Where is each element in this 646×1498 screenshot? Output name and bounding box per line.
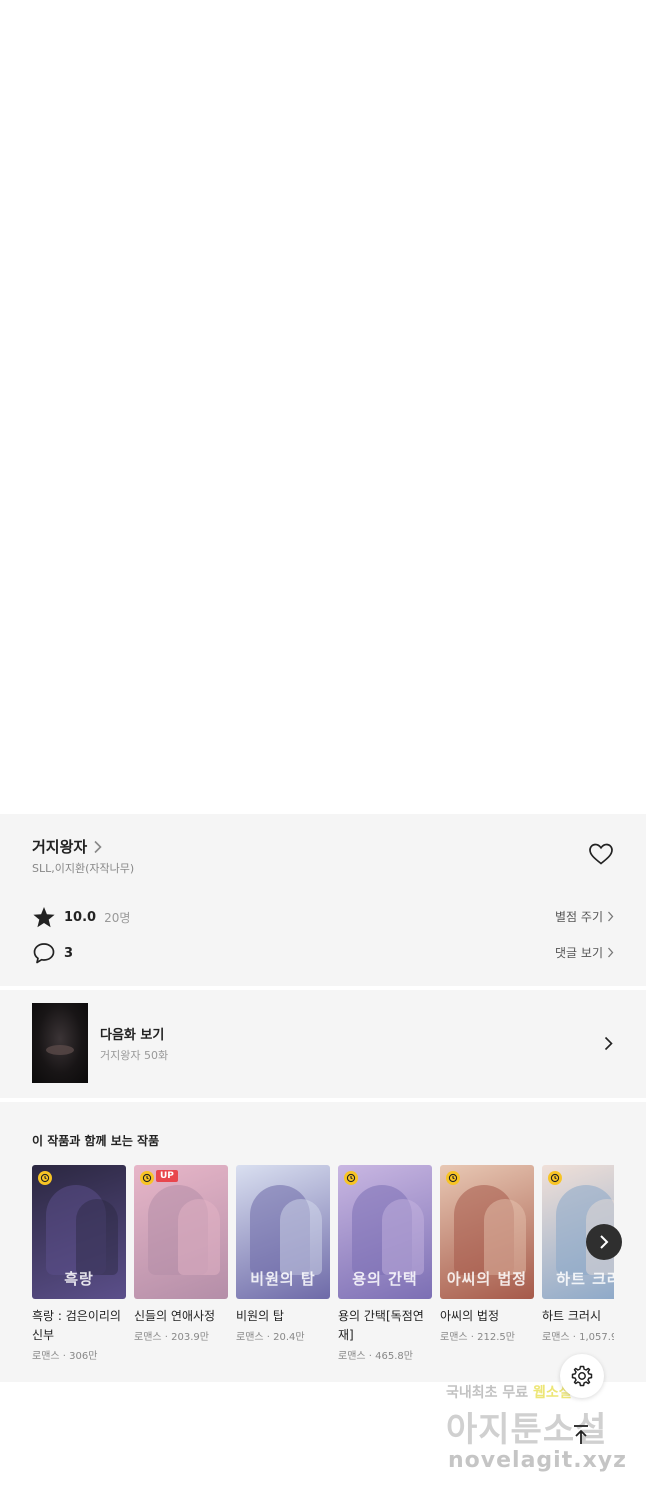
rec-meta: 로맨스 · 212.5만 bbox=[440, 1332, 515, 1343]
clock-icon bbox=[140, 1171, 154, 1185]
rating-summary: 10.0 20명 bbox=[32, 906, 130, 929]
rate-button[interactable]: 별점 주기 bbox=[555, 908, 614, 925]
rec-cover: 아씨의 법정 bbox=[440, 1165, 534, 1299]
clock-icon bbox=[344, 1171, 358, 1185]
gear-icon bbox=[571, 1365, 593, 1387]
rec-cover: UP bbox=[134, 1165, 228, 1299]
recommendations-carousel[interactable]: 흑랑 흑랑 : 검은이리의 신부 로맨스 · 306만 UP 신들의 연애사정 … bbox=[32, 1165, 614, 1375]
view-comments-label: 댓글 보기 bbox=[555, 946, 603, 960]
rec-card[interactable]: 용의 간택 용의 간택[독점연재] 로맨스 · 465.8만 bbox=[338, 1165, 432, 1362]
scroll-top-button[interactable] bbox=[566, 1420, 596, 1450]
recommendations-section: 이 작품과 함께 보는 작품 흑랑 흑랑 : 검은이리의 신부 로맨스 · 30… bbox=[0, 1102, 646, 1382]
rec-cover: 용의 간택 bbox=[338, 1165, 432, 1299]
view-comments-button[interactable]: 댓글 보기 bbox=[555, 944, 614, 961]
rating-value: 10.0 bbox=[64, 910, 97, 925]
rec-cover-title: 흑랑 bbox=[64, 1270, 94, 1288]
rec-title: 용의 간택[독점연재] bbox=[338, 1309, 424, 1342]
work-title: 거지왕자 bbox=[32, 838, 88, 856]
up-badge: UP bbox=[156, 1170, 178, 1182]
rec-title: 흑랑 : 검은이리의 신부 bbox=[32, 1309, 121, 1342]
rec-meta: 로맨스 · 306만 bbox=[32, 1351, 98, 1362]
clock-icon bbox=[548, 1171, 562, 1185]
comment-summary: 3 bbox=[32, 942, 73, 964]
rec-cover-title: 용의 간택 bbox=[352, 1270, 418, 1288]
clock-icon bbox=[38, 1171, 52, 1185]
work-authors: SLL,이지환(자작나무) bbox=[32, 862, 135, 875]
rec-card[interactable]: 비원의 탑 비원의 탑 로맨스 · 20.4만 bbox=[236, 1165, 330, 1343]
rec-title: 아씨의 법정 bbox=[440, 1309, 500, 1323]
rec-title: 비원의 탑 bbox=[236, 1309, 284, 1323]
next-episode-thumbnail bbox=[32, 1003, 88, 1083]
chevron-right-icon bbox=[608, 947, 614, 958]
rating-count: 20명 bbox=[104, 911, 131, 925]
site-watermark: 국내최초 무료 웹소설 아지툰소설 novelagit.xyz bbox=[440, 1382, 636, 1482]
watermark-line1: 국내최초 무료 웹소설 bbox=[446, 1382, 572, 1402]
rec-title: 하트 크러시 bbox=[542, 1309, 602, 1323]
rec-card[interactable]: 아씨의 법정 아씨의 법정 로맨스 · 212.5만 bbox=[440, 1165, 534, 1343]
speech-bubble-icon bbox=[33, 943, 55, 964]
next-episode-label: 다음화 보기 bbox=[100, 1028, 165, 1043]
clock-icon bbox=[446, 1171, 460, 1185]
chevron-right-icon bbox=[94, 840, 102, 853]
rec-card[interactable]: UP 신들의 연애사정 로맨스 · 203.9만 bbox=[134, 1165, 228, 1343]
rec-meta: 로맨스 · 1,057.9 bbox=[542, 1332, 614, 1343]
chevron-right-icon bbox=[604, 1036, 613, 1051]
star-icon bbox=[33, 907, 55, 928]
episode-viewer-blank bbox=[0, 0, 646, 814]
next-episode-button[interactable]: 다음화 보기 거지왕자 50화 bbox=[0, 990, 646, 1098]
work-title-link[interactable]: 거지왕자 bbox=[32, 836, 103, 857]
rec-cover-title: 하트 크러 bbox=[556, 1270, 614, 1288]
settings-button[interactable] bbox=[560, 1354, 604, 1398]
rec-card[interactable]: 흑랑 흑랑 : 검은이리의 신부 로맨스 · 306만 bbox=[32, 1165, 126, 1362]
chevron-right-icon bbox=[608, 911, 614, 922]
rec-meta: 로맨스 · 465.8만 bbox=[338, 1351, 413, 1362]
rec-cover-title: 비원의 탑 bbox=[250, 1270, 316, 1288]
carousel-next-button[interactable] bbox=[586, 1224, 622, 1260]
arrow-up-to-top-icon bbox=[574, 1425, 588, 1444]
comment-count: 3 bbox=[64, 945, 74, 961]
watermark-line3: novelagit.xyz bbox=[448, 1448, 627, 1473]
work-info-panel: 거지왕자 SLL,이지환(자작나무) 10.0 20명 별점 주기 3 댓글 보… bbox=[0, 814, 646, 986]
heart-icon[interactable] bbox=[588, 842, 614, 866]
rec-meta: 로맨스 · 203.9만 bbox=[134, 1332, 209, 1343]
rec-cover-title: 아씨의 법정 bbox=[446, 1270, 528, 1288]
rec-meta: 로맨스 · 20.4만 bbox=[236, 1332, 305, 1343]
rec-title: 신들의 연애사정 bbox=[134, 1309, 216, 1323]
recommendations-heading: 이 작품과 함께 보는 작품 bbox=[32, 1134, 160, 1148]
watermark-line1-text: 국내최초 무료 bbox=[446, 1385, 534, 1401]
rec-cover: 비원의 탑 bbox=[236, 1165, 330, 1299]
rate-button-label: 별점 주기 bbox=[555, 910, 603, 924]
rec-cover: 흑랑 bbox=[32, 1165, 126, 1299]
next-episode-subtitle: 거지왕자 50화 bbox=[100, 1049, 169, 1062]
chevron-right-icon bbox=[600, 1235, 609, 1249]
